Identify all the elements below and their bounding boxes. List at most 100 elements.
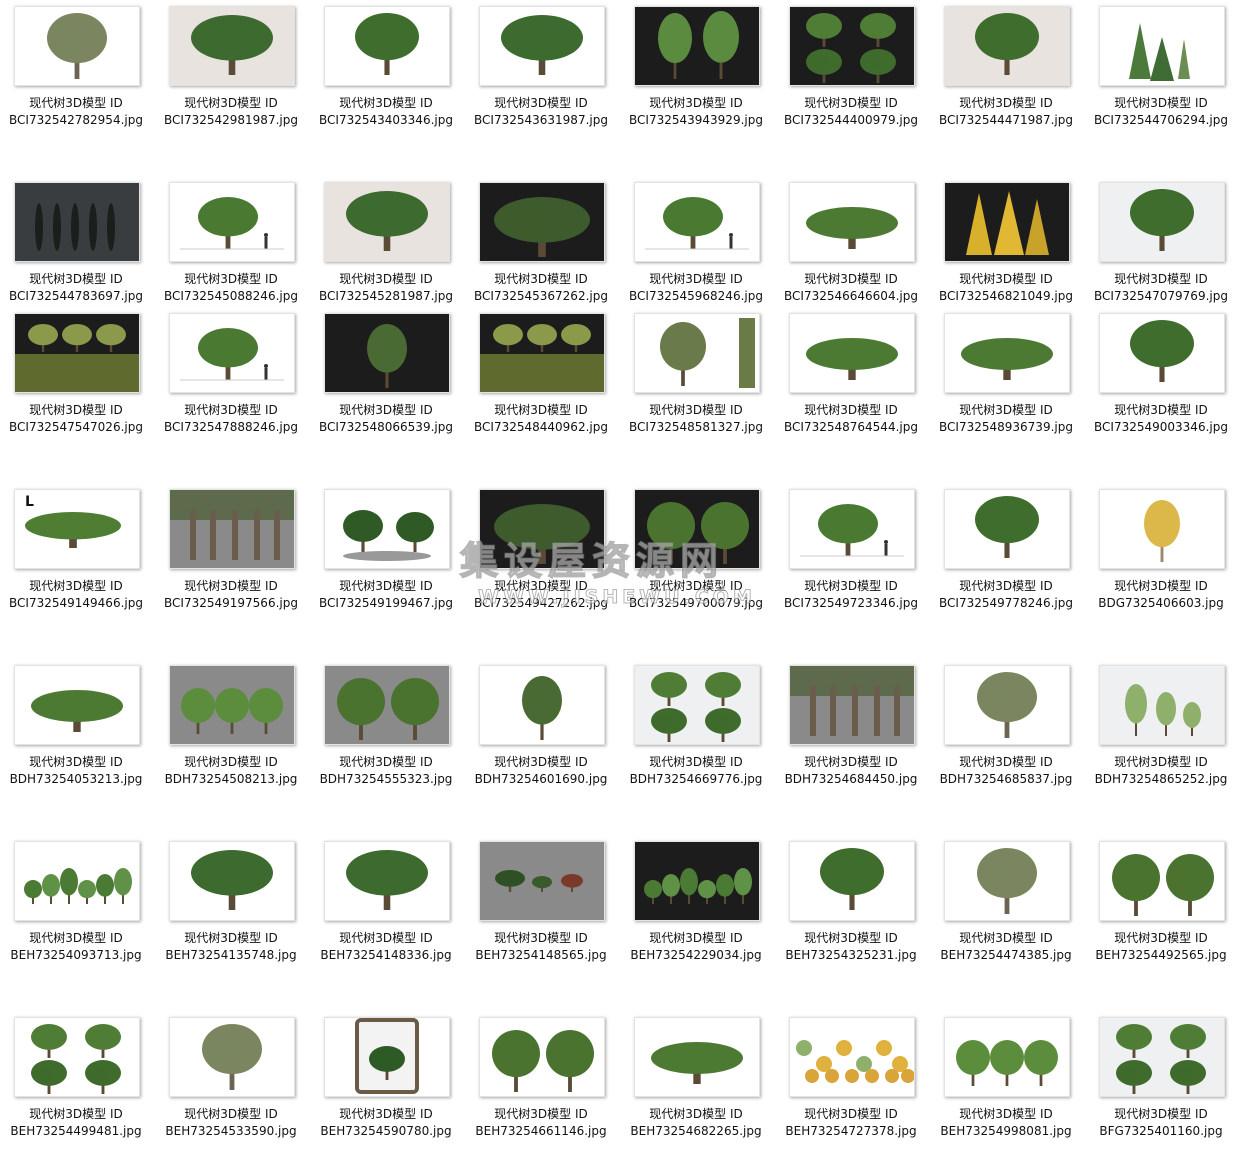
file-thumbnail[interactable]	[169, 6, 295, 86]
file-name-label[interactable]: 现代树3D模型 ID BCI732542981987.jpg	[155, 95, 307, 129]
file-thumbnail[interactable]: L	[14, 489, 140, 569]
file-name-label[interactable]: 现代树3D模型 ID BCI732544783697.jpg	[0, 271, 152, 305]
file-thumbnail[interactable]	[169, 313, 295, 393]
file-name-label[interactable]: 现代树3D模型 ID BDH73254053213.jpg	[0, 754, 152, 788]
file-thumbnail[interactable]	[479, 665, 605, 745]
file-name-label[interactable]: 现代树3D模型 ID BEH73254148565.jpg	[465, 930, 617, 964]
file-name-label[interactable]: 现代树3D模型 ID BCI732545367262.jpg	[465, 271, 617, 305]
file-name-label[interactable]: 现代树3D模型 ID BCI732547079769.jpg	[1085, 271, 1237, 305]
file-name-label[interactable]: 现代树3D模型 ID BCI732549427262.jpg	[465, 578, 617, 612]
file-name-label[interactable]: 现代树3D模型 ID BDG7325406603.jpg	[1085, 578, 1237, 612]
file-thumbnail[interactable]	[634, 489, 760, 569]
file-name-label[interactable]: 现代树3D模型 ID BEH73254499481.jpg	[0, 1106, 152, 1140]
file-name-label[interactable]: 现代树3D模型 ID BDH73254601690.jpg	[465, 754, 617, 788]
file-name-label[interactable]: 现代树3D模型 ID BCI732549149466.jpg	[0, 578, 152, 612]
file-name-label[interactable]: 现代树3D模型 ID BDH73254865252.jpg	[1085, 754, 1237, 788]
file-name-label[interactable]: 现代树3D模型 ID BEH73254474385.jpg	[930, 930, 1082, 964]
file-thumbnail[interactable]	[634, 313, 760, 393]
file-name-label[interactable]: 现代树3D模型 ID BEH73254492565.jpg	[1085, 930, 1237, 964]
file-name-label[interactable]: 现代树3D模型 ID BEH73254093713.jpg	[0, 930, 152, 964]
file-thumbnail[interactable]	[1099, 1017, 1225, 1097]
file-thumbnail[interactable]	[944, 489, 1070, 569]
file-name-label[interactable]: 现代树3D模型 ID BCI732545968246.jpg	[620, 271, 772, 305]
file-name-label[interactable]: 现代树3D模型 ID BEH73254229034.jpg	[620, 930, 772, 964]
file-thumbnail[interactable]	[324, 182, 450, 262]
file-thumbnail[interactable]	[479, 313, 605, 393]
file-name-label[interactable]: 现代树3D模型 ID BEH73254148336.jpg	[310, 930, 462, 964]
file-name-label[interactable]: 现代树3D模型 ID BDH73254669776.jpg	[620, 754, 772, 788]
file-thumbnail[interactable]	[789, 1017, 915, 1097]
file-name-label[interactable]: 现代树3D模型 ID BEH73254998081.jpg	[930, 1106, 1082, 1140]
file-thumbnail[interactable]	[1099, 182, 1225, 262]
file-name-label[interactable]: 现代树3D模型 ID BCI732549723346.jpg	[775, 578, 927, 612]
file-name-label[interactable]: 现代树3D模型 ID BCI732549199467.jpg	[310, 578, 462, 612]
file-thumbnail[interactable]	[789, 6, 915, 86]
file-name-label[interactable]: 现代树3D模型 ID BEH73254661146.jpg	[465, 1106, 617, 1140]
file-name-label[interactable]: 现代树3D模型 ID BEH73254325231.jpg	[775, 930, 927, 964]
file-thumbnail[interactable]	[169, 841, 295, 921]
file-name-label[interactable]: 现代树3D模型 ID BCI732545281987.jpg	[310, 271, 462, 305]
file-thumbnail[interactable]	[634, 1017, 760, 1097]
file-name-label[interactable]: 现代树3D模型 ID BCI732549700079.jpg	[620, 578, 772, 612]
file-name-label[interactable]: 现代树3D模型 ID BEH73254590780.jpg	[310, 1106, 462, 1140]
file-thumbnail[interactable]	[324, 665, 450, 745]
file-thumbnail[interactable]	[479, 489, 605, 569]
file-thumbnail[interactable]	[14, 6, 140, 86]
file-thumbnail[interactable]	[14, 313, 140, 393]
file-name-label[interactable]: 现代树3D模型 ID BCI732548581327.jpg	[620, 402, 772, 436]
file-name-label[interactable]: 现代树3D模型 ID BCI732543403346.jpg	[310, 95, 462, 129]
file-thumbnail[interactable]	[14, 1017, 140, 1097]
file-thumbnail[interactable]	[944, 665, 1070, 745]
file-thumbnail[interactable]	[14, 841, 140, 921]
file-name-label[interactable]: 现代树3D模型 ID BCI732546646604.jpg	[775, 271, 927, 305]
file-thumbnail[interactable]	[324, 841, 450, 921]
file-thumbnail[interactable]	[944, 313, 1070, 393]
file-thumbnail[interactable]	[944, 6, 1070, 86]
file-thumbnail[interactable]	[324, 6, 450, 86]
file-thumbnail[interactable]	[789, 489, 915, 569]
file-thumbnail[interactable]	[634, 182, 760, 262]
file-name-label[interactable]: 现代树3D模型 ID BCI732548440962.jpg	[465, 402, 617, 436]
file-thumbnail[interactable]	[169, 1017, 295, 1097]
file-thumbnail[interactable]	[14, 182, 140, 262]
file-name-label[interactable]: 现代树3D模型 ID BEH73254727378.jpg	[775, 1106, 927, 1140]
file-name-label[interactable]: 现代树3D模型 ID BCI732543943929.jpg	[620, 95, 772, 129]
file-name-label[interactable]: 现代树3D模型 ID BCI732544400979.jpg	[775, 95, 927, 129]
file-thumbnail[interactable]	[944, 841, 1070, 921]
file-thumbnail[interactable]	[789, 313, 915, 393]
file-name-label[interactable]: 现代树3D模型 ID BCI732546821049.jpg	[930, 271, 1082, 305]
file-thumbnail[interactable]	[1099, 489, 1225, 569]
file-thumbnail[interactable]	[634, 841, 760, 921]
file-name-label[interactable]: 现代树3D模型 ID BCI732543631987.jpg	[465, 95, 617, 129]
file-thumbnail[interactable]	[1099, 841, 1225, 921]
file-name-label[interactable]: 现代树3D模型 ID BEH73254533590.jpg	[155, 1106, 307, 1140]
file-name-label[interactable]: 现代树3D模型 ID BCI732548936739.jpg	[930, 402, 1082, 436]
file-name-label[interactable]: 现代树3D模型 ID BCI732542782954.jpg	[0, 95, 152, 129]
file-thumbnail[interactable]	[169, 182, 295, 262]
file-name-label[interactable]: 现代树3D模型 ID BDH73254508213.jpg	[155, 754, 307, 788]
file-thumbnail[interactable]	[789, 665, 915, 745]
file-name-label[interactable]: 现代树3D模型 ID BCI732545088246.jpg	[155, 271, 307, 305]
file-thumbnail[interactable]	[169, 665, 295, 745]
file-name-label[interactable]: 现代树3D模型 ID BCI732547547026.jpg	[0, 402, 152, 436]
file-name-label[interactable]: 现代树3D模型 ID BCI732544706294.jpg	[1085, 95, 1237, 129]
file-name-label[interactable]: 现代树3D模型 ID BCI732549778246.jpg	[930, 578, 1082, 612]
file-thumbnail[interactable]	[1099, 665, 1225, 745]
file-name-label[interactable]: 现代树3D模型 ID BDH73254685837.jpg	[930, 754, 1082, 788]
file-name-label[interactable]: 现代树3D模型 ID BDH73254684450.jpg	[775, 754, 927, 788]
file-thumbnail[interactable]	[479, 841, 605, 921]
file-thumbnail[interactable]	[324, 489, 450, 569]
file-name-label[interactable]: 现代树3D模型 ID BCI732548066539.jpg	[310, 402, 462, 436]
file-name-label[interactable]: 现代树3D模型 ID BEH73254135748.jpg	[155, 930, 307, 964]
file-thumbnail[interactable]	[169, 489, 295, 569]
file-name-label[interactable]: 现代树3D模型 ID BCI732548764544.jpg	[775, 402, 927, 436]
file-name-label[interactable]: 现代树3D模型 ID BCI732549197566.jpg	[155, 578, 307, 612]
file-thumbnail[interactable]	[324, 313, 450, 393]
file-name-label[interactable]: 现代树3D模型 ID BCI732544471987.jpg	[930, 95, 1082, 129]
file-thumbnail[interactable]	[944, 1017, 1070, 1097]
file-name-label[interactable]: 现代树3D模型 ID BDH73254555323.jpg	[310, 754, 462, 788]
file-thumbnail[interactable]	[944, 182, 1070, 262]
file-name-label[interactable]: 现代树3D模型 ID BCI732549003346.jpg	[1085, 402, 1237, 436]
file-thumbnail[interactable]	[324, 1017, 450, 1097]
file-thumbnail[interactable]	[789, 182, 915, 262]
